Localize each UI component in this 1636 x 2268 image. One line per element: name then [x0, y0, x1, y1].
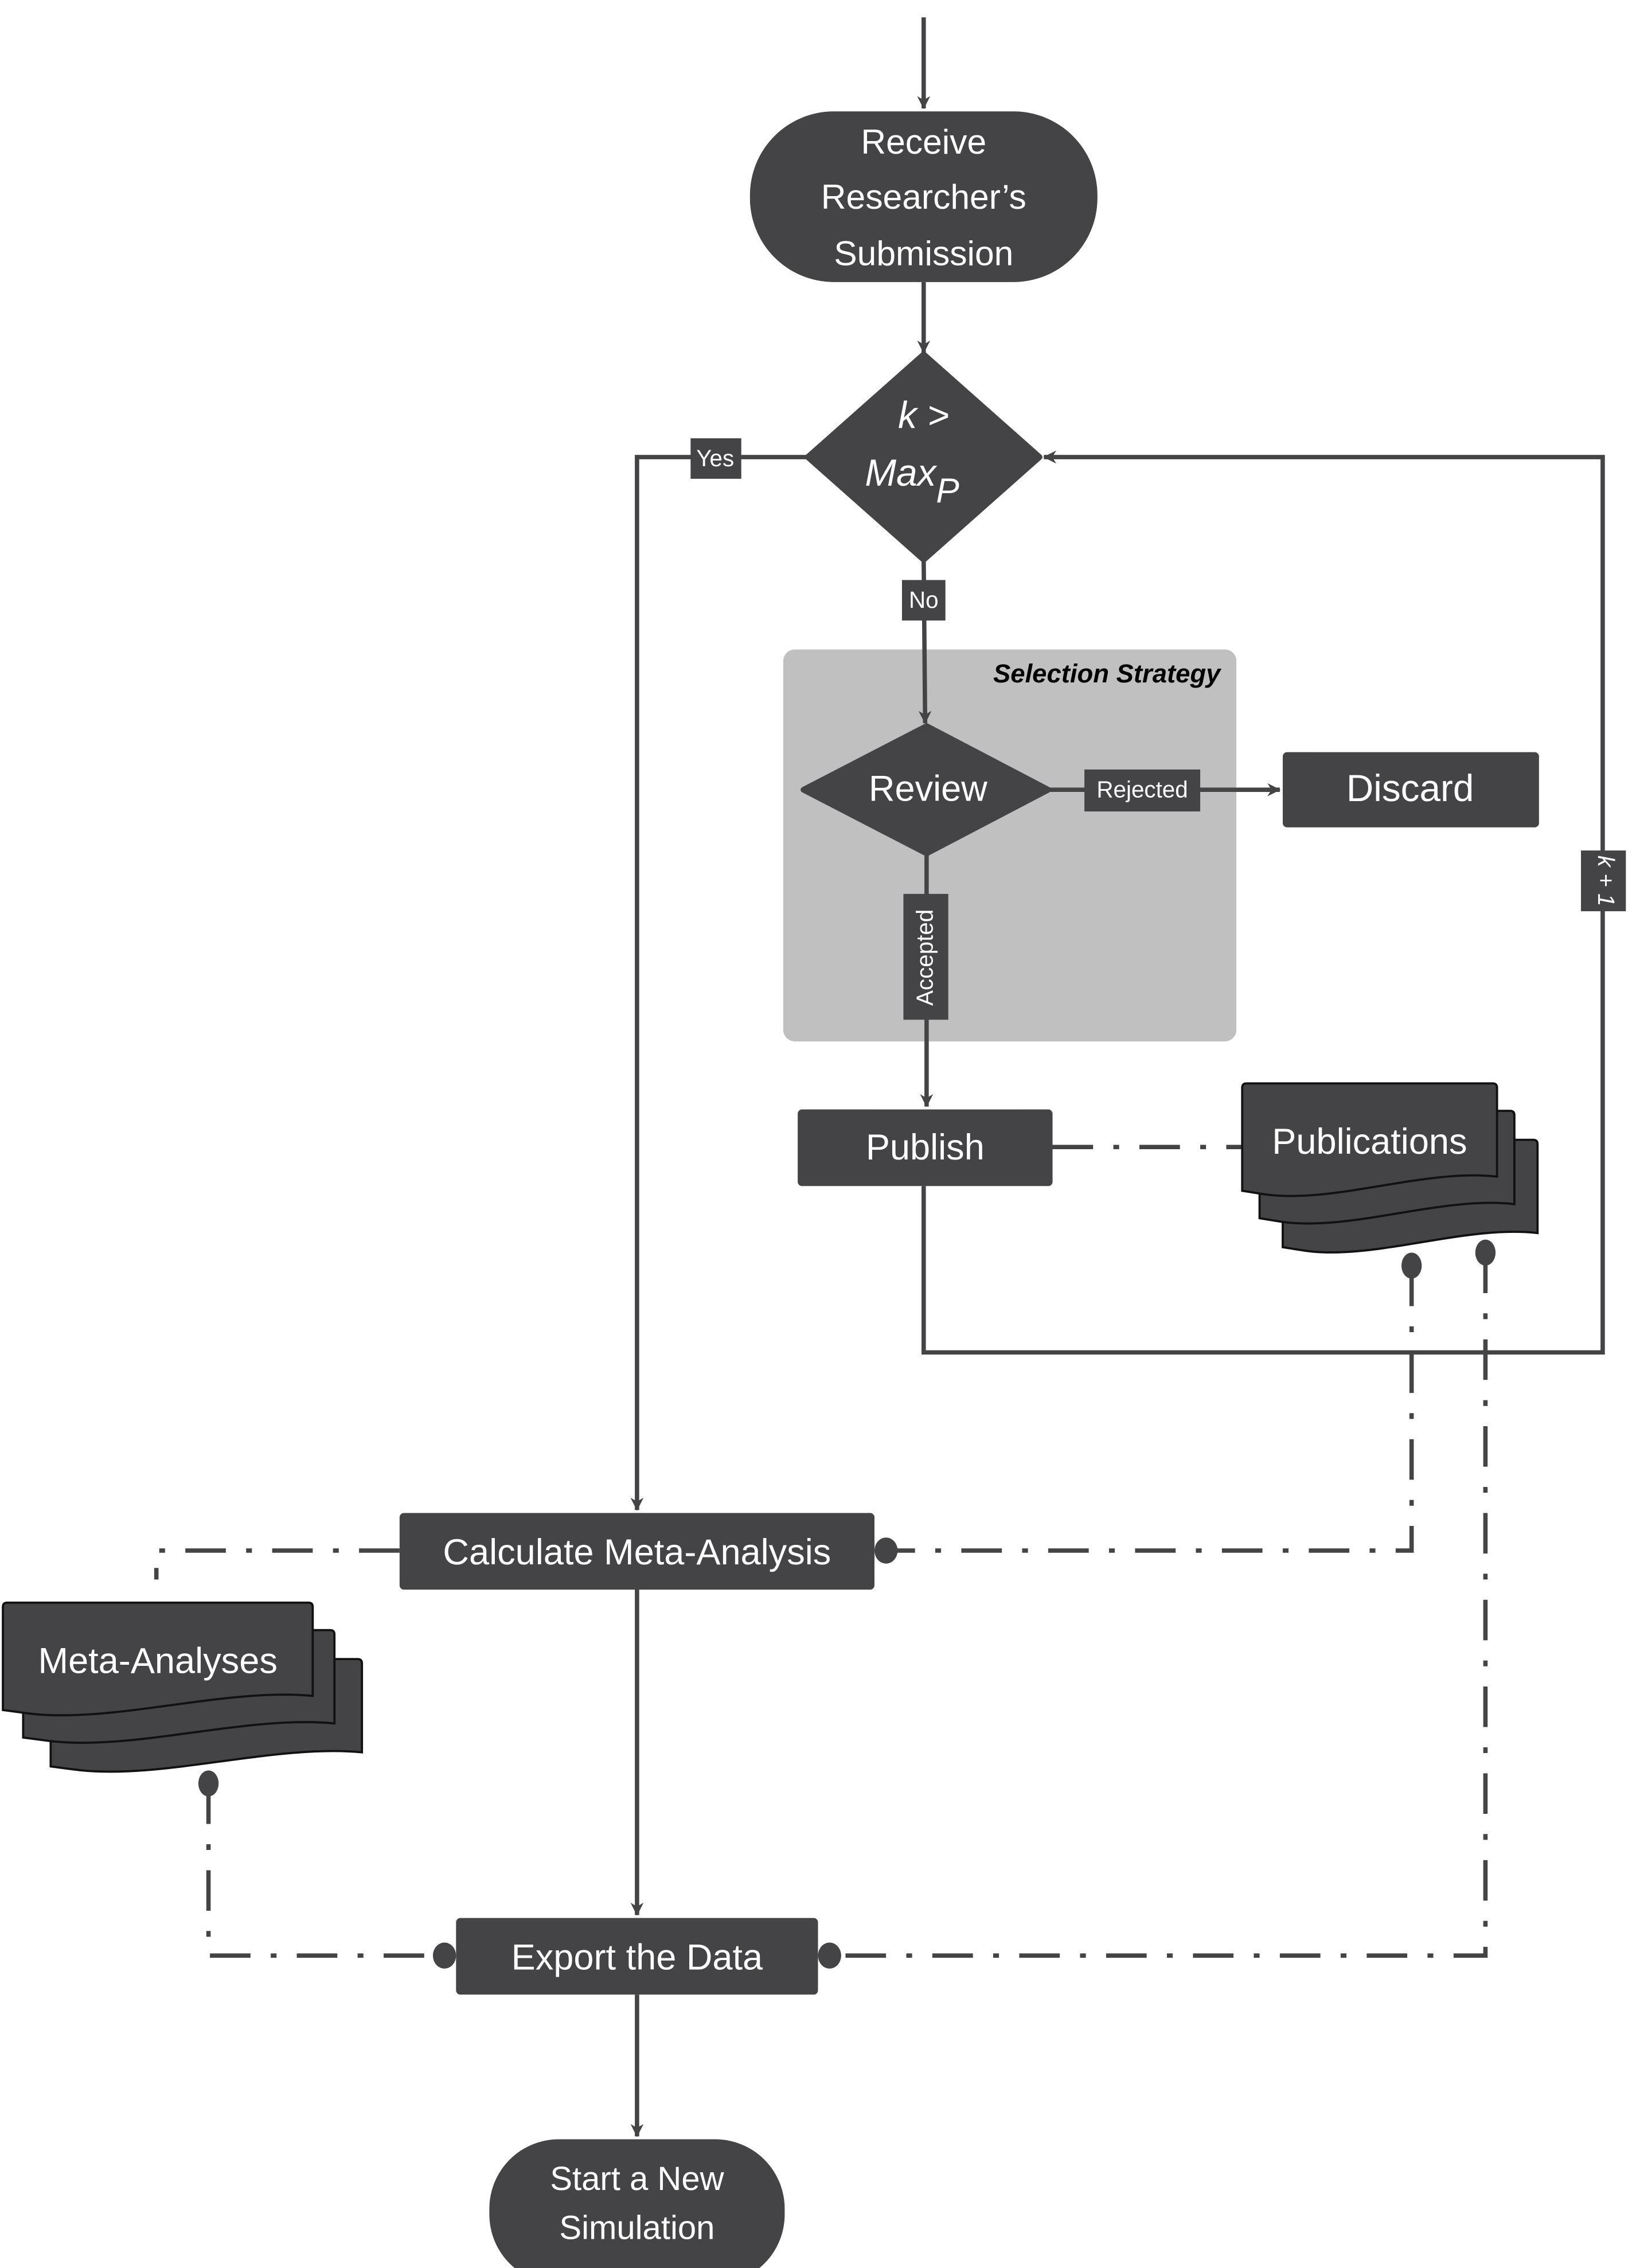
svg-text:Calculate Meta-Analysis: Calculate Meta-Analysis [443, 1532, 831, 1572]
publications-label: Publications [1272, 1122, 1467, 1162]
svg-text:Yes: Yes [696, 445, 734, 471]
svg-text:No: No [909, 587, 939, 613]
node-publish[interactable]: Publish [798, 1109, 1053, 1186]
svg-text:Review: Review [869, 768, 987, 809]
svg-text:k + 1: k + 1 [1593, 856, 1619, 907]
assoc-meta-analyses-export [206, 1783, 445, 1958]
svg-text:Publish: Publish [866, 1127, 985, 1168]
edge-yes [630, 455, 808, 1511]
assoc-calculate-meta-analyses [154, 1548, 400, 1580]
svg-text:Submission: Submission [834, 233, 1013, 272]
meta-analyses-label: Meta-Analyses [38, 1641, 278, 1681]
svg-text:Start a New: Start a New [550, 2160, 724, 2197]
label-accepted: Accepted [903, 893, 948, 1020]
node-calculate-meta-analysis[interactable]: Calculate Meta-Analysis [399, 1513, 874, 1590]
svg-text:Discard: Discard [1346, 767, 1474, 809]
group-title: Selection Strategy [993, 659, 1222, 688]
node-publications[interactable] [1241, 1082, 1539, 1254]
label-k-plus-1: k + 1 [1581, 850, 1626, 912]
svg-text:k >: k > [898, 394, 949, 436]
flowchart: Selection Strategy Receive Researcher’s … [2, 17, 1626, 2268]
label-rejected: Rejected [1084, 769, 1201, 812]
svg-text:Accepted: Accepted [912, 909, 938, 1006]
association-dots [198, 1239, 1496, 1969]
svg-text:Researcher’s: Researcher’s [821, 177, 1026, 216]
node-receive-submission[interactable]: Receive Researcher’s Submission [749, 111, 1098, 282]
node-discard[interactable]: Discard [1282, 752, 1539, 827]
label-no: No [901, 580, 946, 621]
node-meta-analyses[interactable] [2, 1601, 364, 1773]
svg-text:Receive: Receive [861, 122, 986, 161]
selection-strategy-group [783, 649, 1237, 1042]
svg-text:Export the Data: Export the Data [512, 1937, 763, 1977]
node-start-new-simulation[interactable]: Start a New Simulation [489, 2139, 785, 2268]
svg-text:Simulation: Simulation [559, 2210, 714, 2247]
node-decision-k-max[interactable]: k > MaxP [805, 351, 1042, 563]
assoc-publications-calculate [886, 1266, 1414, 1553]
svg-text:Rejected: Rejected [1096, 776, 1188, 802]
assoc-publications-export [829, 1252, 1488, 1958]
node-export-data[interactable]: Export the Data [456, 1918, 818, 1995]
label-yes: Yes [690, 438, 741, 479]
